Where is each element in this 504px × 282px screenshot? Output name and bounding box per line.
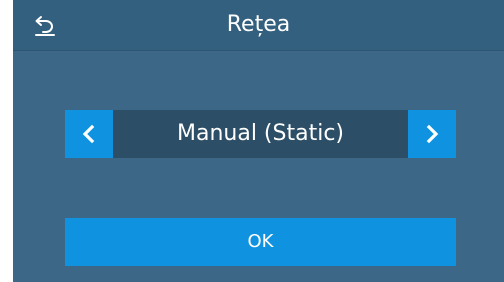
back-arrow-icon <box>35 16 55 36</box>
selected-network-mode: Manual (Static) <box>113 110 408 158</box>
next-option-button[interactable] <box>408 110 456 158</box>
chevron-left-icon <box>82 124 95 144</box>
previous-option-button[interactable] <box>65 110 113 158</box>
ok-button[interactable]: OK <box>65 218 456 266</box>
header-bar: Rețea <box>13 0 504 51</box>
network-mode-selector: Manual (Static) <box>65 110 456 158</box>
chevron-right-icon <box>426 124 439 144</box>
screen: Rețea Manual (Static) OK <box>13 0 504 282</box>
back-button[interactable] <box>25 8 65 42</box>
page-title: Rețea <box>226 12 291 37</box>
